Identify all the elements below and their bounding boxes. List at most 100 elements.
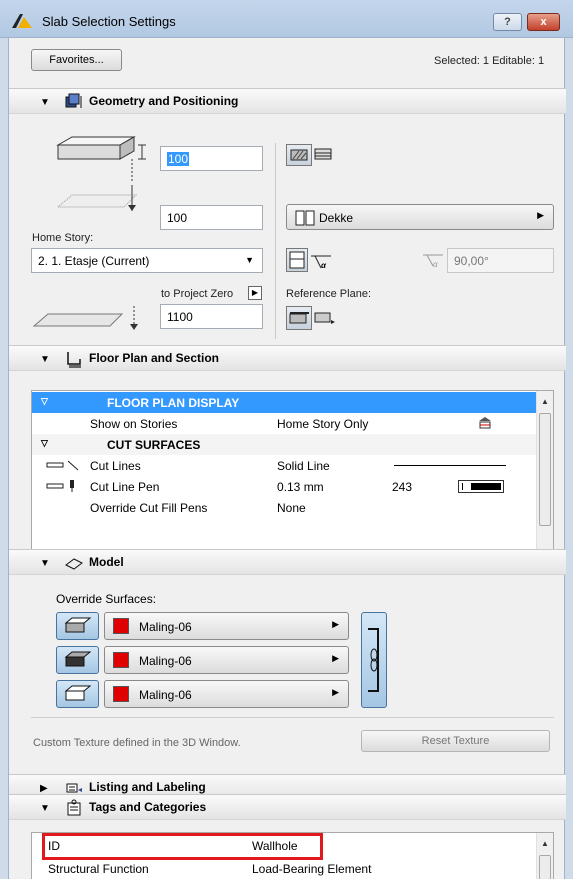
expand-triangle-icon[interactable]: ▶ bbox=[40, 783, 48, 794]
floor-plan-table: ▽ FLOOR PLAN DISPLAY Show on Stories Hom… bbox=[31, 390, 554, 570]
bottom-surface-toggle[interactable] bbox=[56, 680, 99, 708]
table-row[interactable]: ▽ FLOOR PLAN DISPLAY bbox=[32, 392, 553, 413]
slab-edge-perpendicular-button[interactable] bbox=[286, 248, 308, 272]
floor-plan-scrollbar[interactable]: ▲ ▼ bbox=[536, 391, 553, 569]
stories-icon bbox=[479, 417, 491, 429]
material-swatch bbox=[113, 652, 129, 668]
top-surface-icon bbox=[64, 617, 92, 633]
section-model-title: Model bbox=[89, 555, 124, 569]
offset-to-home-input[interactable]: 100 bbox=[160, 205, 263, 230]
edge-surface-icon bbox=[64, 651, 92, 667]
reference-plane-label: Reference Plane: bbox=[286, 288, 371, 300]
slab-geometry-icon bbox=[65, 93, 82, 108]
composite-layers-icon bbox=[314, 148, 332, 160]
table-row[interactable]: Show on Stories Home Story Only bbox=[32, 413, 553, 434]
section-tags-header[interactable]: ▼ Tags and Categories bbox=[9, 794, 566, 820]
floor-plan-icon bbox=[67, 352, 81, 368]
project-zero-toggle-icon[interactable]: ▶ bbox=[248, 286, 262, 300]
dropdown-arrow-icon: ▼ bbox=[245, 255, 254, 265]
bottom-surface-icon bbox=[64, 685, 92, 701]
composite-structure-button[interactable] bbox=[312, 144, 334, 166]
angled-edge-icon: α bbox=[311, 255, 331, 270]
collapse-triangle-icon[interactable]: ▼ bbox=[40, 558, 50, 569]
reference-plane-bottom-button[interactable] bbox=[313, 306, 337, 330]
submenu-arrow-icon: ▶ bbox=[332, 687, 339, 697]
slab-thickness-diagram bbox=[56, 136, 146, 181]
submenu-arrow-icon: ▶ bbox=[537, 210, 544, 220]
svg-text:α: α bbox=[321, 261, 327, 270]
section-floor-plan-title: Floor Plan and Section bbox=[89, 351, 220, 365]
model-divider bbox=[31, 717, 554, 718]
archicad-logo-icon bbox=[12, 14, 32, 28]
collapse-triangle-icon[interactable]: ▽ bbox=[41, 396, 48, 407]
composite-selector[interactable]: Dekke ▶ bbox=[286, 204, 554, 230]
section-tags-title: Tags and Categories bbox=[89, 800, 207, 814]
top-surface-material[interactable]: Maling-06 ▶ bbox=[104, 612, 349, 640]
section-listing-title: Listing and Labeling bbox=[89, 780, 206, 794]
section-model-header[interactable]: ▼ Model bbox=[9, 549, 566, 575]
selection-info: Selected: 1 Editable: 1 bbox=[434, 55, 545, 67]
material-swatch bbox=[113, 618, 129, 634]
thickness-input[interactable]: 100 bbox=[160, 146, 263, 171]
dialog-body: Favorites... Selected: 1 Editable: 1 ▼ G… bbox=[8, 38, 566, 879]
scrollbar-thumb[interactable] bbox=[539, 413, 551, 526]
slab-offset-diagram bbox=[56, 185, 138, 211]
project-zero-input[interactable]: 1100 bbox=[160, 304, 263, 329]
window-title: Slab Selection Settings bbox=[42, 14, 176, 29]
table-row[interactable]: Cut Lines Solid Line bbox=[32, 455, 553, 476]
scroll-up-icon[interactable]: ▲ bbox=[541, 397, 549, 406]
table-row[interactable]: Override Cut Fill Pens None bbox=[32, 497, 553, 518]
table-row[interactable]: ▽ CUT SURFACES bbox=[32, 434, 553, 455]
collapse-triangle-icon[interactable]: ▼ bbox=[40, 803, 50, 814]
reference-bottom-icon bbox=[314, 312, 335, 324]
favorites-button[interactable]: Favorites... bbox=[31, 49, 122, 71]
edge-surface-toggle[interactable] bbox=[56, 646, 99, 674]
reference-plane-top-button[interactable] bbox=[286, 306, 312, 330]
top-surface-toggle[interactable] bbox=[56, 612, 99, 640]
svg-text:α: α bbox=[433, 260, 438, 269]
edge-surface-material[interactable]: Maling-06 ▶ bbox=[104, 646, 349, 674]
section-geometry-header[interactable]: ▼ Geometry and Positioning bbox=[9, 88, 566, 114]
model-icon bbox=[65, 558, 83, 570]
geometry-divider bbox=[275, 143, 276, 339]
submenu-arrow-icon: ▶ bbox=[332, 653, 339, 663]
to-project-zero-label: to Project Zero bbox=[161, 288, 234, 300]
chain-link-icon bbox=[368, 628, 379, 692]
edge-angle-input[interactable]: 90,00° bbox=[447, 248, 554, 273]
slab-edge-angled-button[interactable]: α bbox=[309, 248, 333, 272]
reference-top-icon bbox=[289, 312, 309, 324]
fill-structure-button[interactable] bbox=[286, 144, 312, 166]
cut-lines-icon bbox=[46, 460, 79, 471]
section-geometry-title: Geometry and Positioning bbox=[89, 94, 239, 108]
title-bar: Slab Selection Settings ? x bbox=[0, 0, 573, 38]
hatched-fill-icon bbox=[290, 149, 308, 161]
table-row[interactable]: Structural Function Load-Bearing Element bbox=[32, 858, 553, 879]
composite-icon bbox=[295, 210, 315, 226]
collapse-triangle-icon[interactable]: ▼ bbox=[40, 354, 50, 365]
tags-scrollbar[interactable]: ▲ bbox=[536, 833, 553, 879]
section-floor-plan-header[interactable]: ▼ Floor Plan and Section bbox=[9, 345, 566, 371]
scrollbar-thumb[interactable] bbox=[539, 855, 551, 879]
override-surfaces-label: Override Surfaces: bbox=[56, 592, 157, 606]
table-row[interactable]: Cut Line Pen 0.13 mm 243 bbox=[32, 476, 553, 497]
texture-note: Custom Texture defined in the 3D Window. bbox=[33, 737, 241, 749]
home-story-dropdown[interactable]: 2. 1. Etasje (Current) ▼ bbox=[31, 248, 263, 273]
project-zero-diagram bbox=[32, 306, 138, 330]
cut-line-pen-icon bbox=[46, 480, 74, 492]
angle-disabled-icon: α bbox=[423, 254, 443, 269]
scroll-up-icon[interactable]: ▲ bbox=[541, 839, 549, 848]
submenu-arrow-icon: ▶ bbox=[332, 619, 339, 629]
pen-swatch[interactable] bbox=[458, 480, 504, 493]
link-surfaces-button[interactable] bbox=[361, 612, 387, 708]
material-swatch bbox=[113, 686, 129, 702]
collapse-triangle-icon[interactable]: ▼ bbox=[40, 97, 50, 108]
collapse-triangle-icon[interactable]: ▽ bbox=[41, 438, 48, 449]
perpendicular-edge-icon bbox=[289, 251, 305, 269]
help-button[interactable]: ? bbox=[493, 13, 522, 31]
close-button[interactable]: x bbox=[527, 13, 560, 31]
reset-texture-button[interactable]: Reset Texture bbox=[361, 730, 550, 752]
tags-icon bbox=[67, 799, 81, 816]
home-story-label: Home Story: bbox=[32, 232, 94, 244]
solid-line-preview bbox=[394, 465, 506, 466]
bottom-surface-material[interactable]: Maling-06 ▶ bbox=[104, 680, 349, 708]
